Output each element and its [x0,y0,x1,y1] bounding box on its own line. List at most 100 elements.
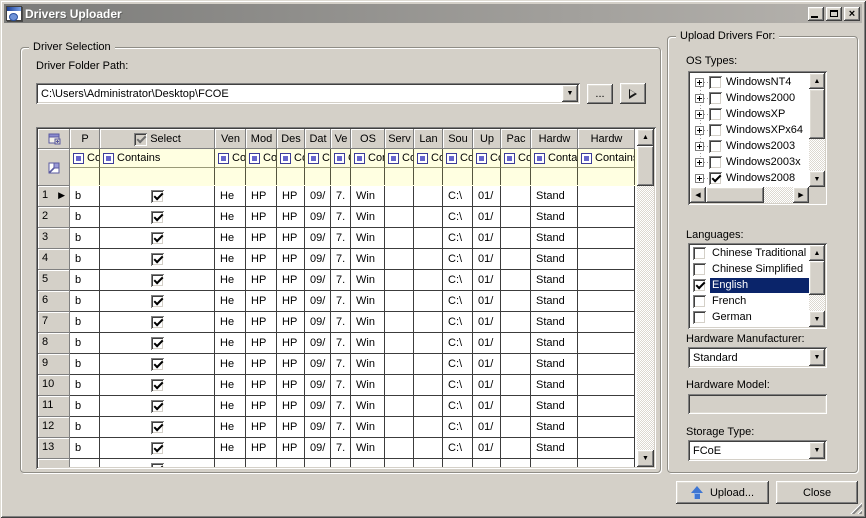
cell-lan[interactable] [414,438,443,459]
cell-dat[interactable]: 09/ [305,333,331,354]
cell-dat[interactable]: 09/ [305,354,331,375]
language-checkbox[interactable] [693,295,706,308]
cell-p[interactable]: b [70,438,100,459]
cell-up[interactable]: 01/ [473,354,501,375]
cell-ve[interactable]: 7. [331,354,351,375]
language-item-english[interactable]: English [690,277,809,293]
cell-lan[interactable] [414,312,443,333]
cell-select[interactable] [100,228,215,249]
storage-type-select[interactable]: FCoE [688,440,827,461]
filter-input-ven[interactable] [215,168,246,185]
cell-lan[interactable] [414,207,443,228]
column-header-select[interactable]: Select [100,129,215,149]
grid-vertical-scrollbar[interactable]: ▲ ▼ [637,129,654,467]
cell-dat[interactable] [305,459,331,467]
cell-sou[interactable]: C:\ [443,354,473,375]
os-type-checkbox[interactable] [709,124,722,137]
row-indicator[interactable]: 5 [38,270,70,291]
cell-select[interactable] [100,459,215,467]
clear-filter-button[interactable] [38,149,70,186]
os-type-checkbox[interactable] [709,108,722,121]
cell-des[interactable]: HP [277,354,305,375]
expand-plus-icon[interactable] [695,78,704,87]
column-header-ve[interactable]: Ve [331,129,351,149]
cell-lan[interactable] [414,270,443,291]
cell-sou[interactable]: C:\ [443,417,473,438]
cell-lan[interactable] [414,291,443,312]
cell-sou[interactable]: C:\ [443,291,473,312]
cell-select[interactable] [100,438,215,459]
filter-cell-dat[interactable]: Contains [305,149,331,168]
cell-os[interactable]: Win [351,228,385,249]
expand-plus-icon[interactable] [695,142,704,151]
cell-dat[interactable]: 09/ [305,228,331,249]
filter-condition-icon[interactable] [446,153,457,164]
cell-p[interactable]: b [70,249,100,270]
row-indicator[interactable]: 9 [38,354,70,375]
row-select-checkbox[interactable] [151,421,164,434]
cell-ve[interactable]: 7. [331,270,351,291]
expand-plus-icon[interactable] [695,126,704,135]
filter-input-p[interactable] [70,168,100,185]
column-header-sou[interactable]: Sou [443,129,473,149]
cell-hardw2[interactable] [578,207,635,228]
close-dialog-button[interactable]: Close [776,481,858,504]
row-select-checkbox[interactable] [151,190,164,203]
os-types-scrollbar-track[interactable] [809,139,825,171]
row-select-checkbox[interactable] [151,400,164,413]
folder-path-dropdown-button[interactable]: ▼ [562,85,578,102]
filter-condition-icon[interactable] [354,153,365,164]
cell-mod[interactable]: HP [246,291,277,312]
titlebar[interactable]: Drivers Uploader × [4,4,862,23]
column-header-hardw1[interactable]: Hardw [531,129,578,149]
cell-os[interactable]: Win [351,249,385,270]
cell-hardw1[interactable]: Stand [531,375,578,396]
os-type-checkbox[interactable] [709,76,722,89]
row-select-checkbox[interactable] [151,253,164,266]
cell-up[interactable]: 01/ [473,207,501,228]
cell-serv[interactable] [385,228,414,249]
row-indicator[interactable]: 11 [38,396,70,417]
cell-dat[interactable]: 09/ [305,312,331,333]
filter-condition-icon[interactable] [417,153,428,164]
cell-mod[interactable]: HP [246,249,277,270]
cell-des[interactable]: HP [277,249,305,270]
close-button[interactable]: × [844,7,860,21]
cell-lan[interactable] [414,228,443,249]
cell-mod[interactable]: HP [246,375,277,396]
cell-hardw2[interactable] [578,312,635,333]
cell-ven[interactable]: He [215,417,246,438]
filter-condition-icon[interactable] [334,153,345,164]
scroll-up-icon[interactable]: ▲ [637,129,654,146]
tree-item-windows2003x[interactable]: Windows2003x [691,154,808,170]
filter-input-lan[interactable] [414,168,443,185]
cell-sou[interactable]: C:\ [443,396,473,417]
cell-ven[interactable]: He [215,228,246,249]
cell-ve[interactable]: 7. [331,333,351,354]
row-indicator[interactable]: 2 [38,207,70,228]
cell-des[interactable]: HP [277,207,305,228]
expand-plus-icon[interactable] [695,158,704,167]
cell-pac[interactable] [501,291,531,312]
cell-pac[interactable] [501,438,531,459]
grid-scrollbar-thumb[interactable] [637,146,654,186]
cell-up[interactable]: 01/ [473,333,501,354]
cell-ven[interactable]: He [215,270,246,291]
cell-lan[interactable] [414,333,443,354]
scroll-down-icon[interactable]: ▼ [809,171,825,187]
cell-p[interactable]: b [70,186,100,207]
cell-p[interactable]: b [70,207,100,228]
row-select-checkbox[interactable] [151,295,164,308]
cell-hardw1[interactable]: Stand [531,354,578,375]
filter-cell-ve[interactable]: Contains [331,149,351,168]
row-select-checkbox[interactable] [151,316,164,329]
filter-condition-icon[interactable] [218,153,229,164]
cell-lan[interactable] [414,186,443,207]
cell-serv[interactable] [385,459,414,467]
cell-serv[interactable] [385,207,414,228]
os-type-checkbox[interactable] [709,92,722,105]
language-checkbox[interactable] [693,311,706,324]
filter-input-hardw1[interactable] [531,168,578,185]
row-select-checkbox[interactable] [151,442,164,455]
cell-des[interactable] [277,459,305,467]
